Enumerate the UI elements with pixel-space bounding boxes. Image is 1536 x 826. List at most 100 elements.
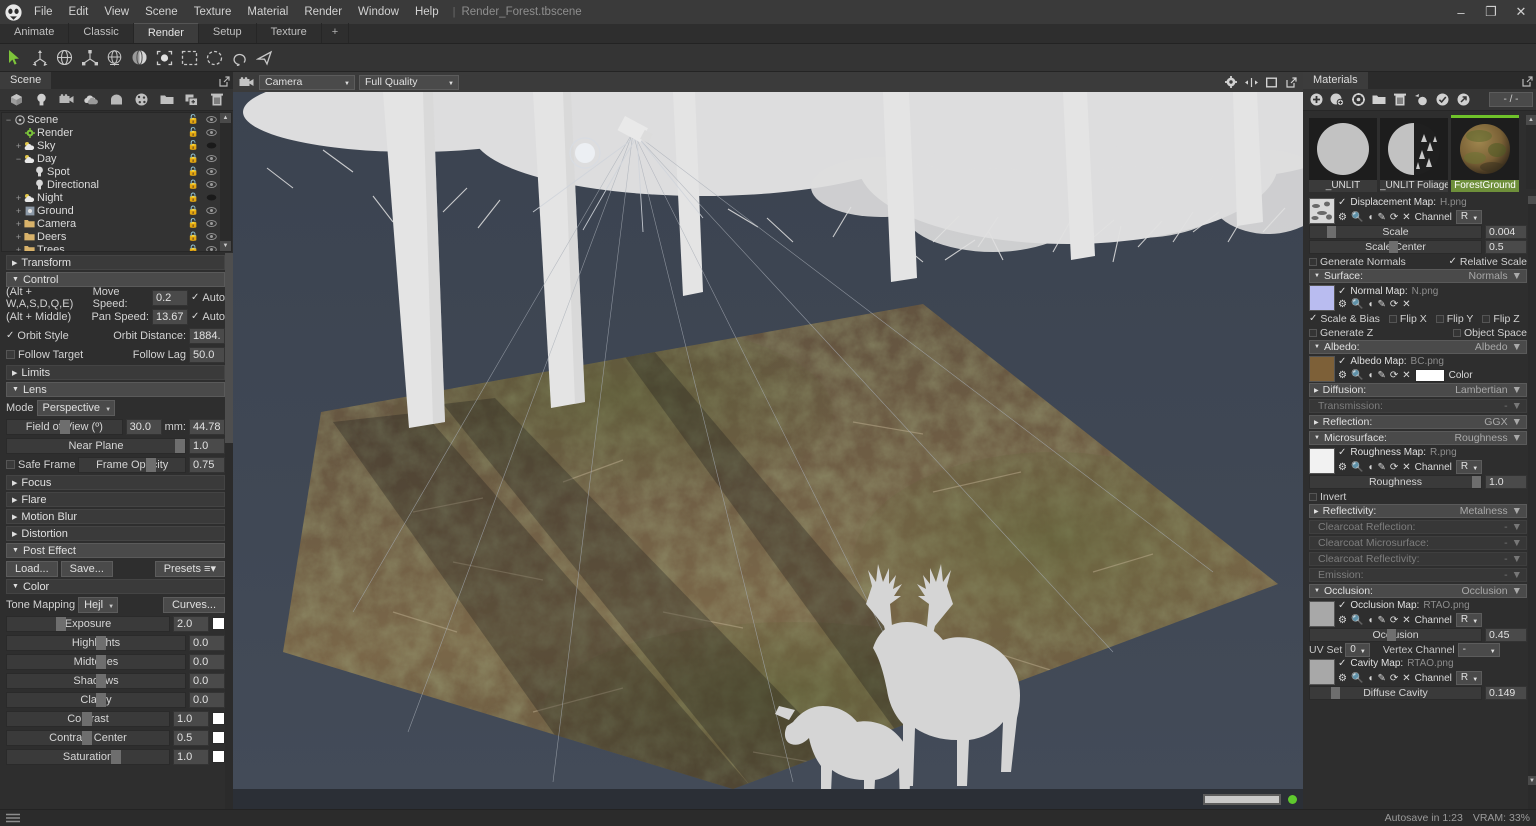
duplicate-icon[interactable] (179, 90, 204, 110)
edit-icon[interactable]: ✎ (1377, 212, 1385, 223)
albedo-map-thumbnail[interactable] (1309, 356, 1335, 382)
duplicate-material-icon[interactable] (1327, 90, 1347, 110)
section-microsurface[interactable]: ▼ Microsurface: Roughness ▼ (1309, 431, 1527, 445)
reload-icon[interactable]: ⟳ (1390, 462, 1398, 473)
lock-icon[interactable]: 🔒 (188, 231, 199, 242)
albedo-mode[interactable]: Albedo (1475, 341, 1508, 353)
occlusion-mode[interactable]: Occlusion (1461, 585, 1507, 597)
edit-icon[interactable]: ✎ (1377, 673, 1385, 684)
visibility-icon[interactable] (206, 153, 217, 165)
remove-icon[interactable]: ✕ (1402, 673, 1410, 684)
popout-icon[interactable] (215, 73, 233, 89)
outliner-row-sky[interactable]: + Sky 🔓 (2, 139, 231, 152)
gear-icon[interactable]: ⚙ (1338, 370, 1347, 381)
menu-material[interactable]: Material (239, 0, 296, 24)
mm-input[interactable]: 44.78 (189, 418, 225, 435)
tab-classic[interactable]: Classic (69, 23, 134, 43)
outliner-twisty[interactable]: + (14, 206, 23, 216)
outliner-twisty[interactable]: + (14, 245, 23, 252)
lock-icon[interactable]: 🔓 (188, 140, 199, 151)
post-param-input[interactable]: 0.0 (189, 653, 225, 670)
lock-icon[interactable]: 🔓 (188, 114, 199, 125)
outliner-twisty[interactable]: − (14, 154, 23, 164)
occlusion-map-actions[interactable]: ⚙ 🔍 ◖ ✎ ⟳ ✕ Channel R (1338, 613, 1527, 628)
visibility-icon[interactable] (206, 179, 217, 191)
post-param-slider[interactable]: Shadows (6, 672, 186, 689)
visibility-icon[interactable] (206, 114, 217, 126)
materials-scrollbar[interactable]: ▲ (1526, 115, 1536, 189)
save-button[interactable]: Save... (60, 560, 113, 577)
displacement-scale-input[interactable]: 0.004 (1485, 225, 1527, 239)
visibility-icon[interactable] (206, 231, 217, 243)
section-albedo[interactable]: ▼ Albedo: Albedo ▼ (1309, 340, 1527, 354)
outliner-row-scene[interactable]: − Scene 🔓 (2, 113, 231, 126)
section-limits[interactable]: ▶ Limits (6, 365, 225, 380)
section-occlusion[interactable]: ▼ Occlusion: Occlusion ▼ (1309, 584, 1527, 598)
menu-help[interactable]: Help (407, 0, 447, 24)
folder-icon[interactable] (1369, 90, 1389, 110)
section-mode[interactable]: Lambertian (1455, 384, 1508, 396)
reload-icon[interactable]: ⟳ (1390, 370, 1398, 381)
menu-edit[interactable]: Edit (61, 0, 97, 24)
material-properties-scrollbar[interactable]: ▼ (1528, 196, 1536, 809)
gear-icon[interactable]: ⚙ (1338, 212, 1347, 223)
scene-outliner[interactable]: − Scene 🔓 Render 🔓 + Sky 🔓 − Day 🔒 Spot 🔒 Directional… (1, 112, 232, 252)
presets-button[interactable]: Presets ≡▾ (154, 560, 225, 577)
pivot-tool-icon[interactable] (127, 45, 152, 71)
post-param-input[interactable]: 0.0 (189, 634, 225, 651)
outliner-twisty[interactable]: + (14, 141, 23, 151)
section-flare[interactable]: ▶ Flare (6, 492, 225, 507)
section-emission[interactable]: Emission: - ▼ (1309, 568, 1527, 582)
section-mode[interactable]: GGX (1484, 416, 1507, 428)
assign-icon[interactable] (1432, 90, 1452, 110)
post-param-color-swatch[interactable] (212, 731, 225, 744)
section-mode[interactable]: - (1504, 400, 1508, 412)
section-distortion[interactable]: ▶ Distortion (6, 526, 225, 541)
post-param-slider[interactable]: Clarity (6, 691, 186, 708)
material-cell-forestground[interactable]: ForestGround (1451, 115, 1519, 192)
menu-file[interactable]: File (26, 0, 61, 24)
lock-icon[interactable]: 🔒 (188, 244, 199, 251)
visibility-icon[interactable] (206, 205, 217, 217)
eyedropper-icon[interactable]: ◖ (1367, 462, 1373, 473)
visibility-icon[interactable] (206, 140, 217, 152)
section-reflectivity[interactable]: ▶ Reflectivity: Metalness ▼ (1309, 504, 1527, 518)
magnifier-icon[interactable]: 🔍 (1351, 615, 1363, 626)
flip-y-checkbox[interactable]: Flip Y (1435, 313, 1473, 325)
post-param-color-swatch[interactable] (212, 712, 225, 725)
popout-icon[interactable] (1518, 73, 1536, 89)
tab-setup[interactable]: Setup (199, 23, 257, 43)
add-sky-icon[interactable] (79, 90, 104, 110)
edit-icon[interactable]: ✎ (1377, 615, 1385, 626)
eyedropper-icon[interactable]: ◖ (1367, 370, 1373, 381)
layout-tab-bar[interactable]: Animate Classic Render Setup Texture + (0, 23, 1536, 44)
lock-icon[interactable]: 🔒 (188, 205, 199, 216)
follow-lag-input[interactable]: 50.0 (189, 346, 225, 363)
post-param-color-swatch[interactable] (212, 750, 225, 763)
tone-mapping-select[interactable]: Hejl (78, 596, 119, 614)
displacement-map-actions[interactable]: ⚙ 🔍 ◖ ✎ ⟳ ✕ Channel R (1338, 210, 1527, 225)
polygon-select-mode-icon[interactable] (252, 45, 277, 71)
near-plane-slider[interactable]: Near Plane (6, 437, 186, 454)
eyedropper-icon[interactable]: ◖ (1367, 615, 1373, 626)
menu-scene[interactable]: Scene (137, 0, 186, 24)
ellipse-select-mode-icon[interactable] (202, 45, 227, 71)
orbit-style-checkbox[interactable]: ✓ Orbit Style (6, 330, 69, 342)
roughness-channel-select[interactable]: R (1455, 460, 1483, 475)
post-param-color-swatch[interactable] (212, 617, 225, 630)
visibility-icon[interactable] (206, 218, 217, 230)
materials-tab-bar[interactable]: Materials (1303, 72, 1536, 89)
section-focus[interactable]: ▶ Focus (6, 475, 225, 490)
menu-window[interactable]: Window (350, 0, 407, 24)
tab-scene[interactable]: Scene (0, 72, 52, 89)
post-param-slider[interactable]: Exposure (6, 615, 170, 632)
section-mode[interactable]: - (1504, 569, 1508, 581)
roughness-slider[interactable]: Roughness (1309, 475, 1482, 489)
lock-icon[interactable]: 🔓 (188, 218, 199, 229)
scale-tool-icon[interactable] (77, 45, 102, 71)
outliner-twisty[interactable]: + (14, 193, 23, 203)
generate-normals-checkbox[interactable]: Generate Normals (1309, 256, 1406, 268)
visibility-icon[interactable] (206, 244, 217, 251)
reload-icon[interactable]: ⟳ (1390, 299, 1398, 310)
material-counter[interactable]: - / - (1489, 92, 1533, 107)
